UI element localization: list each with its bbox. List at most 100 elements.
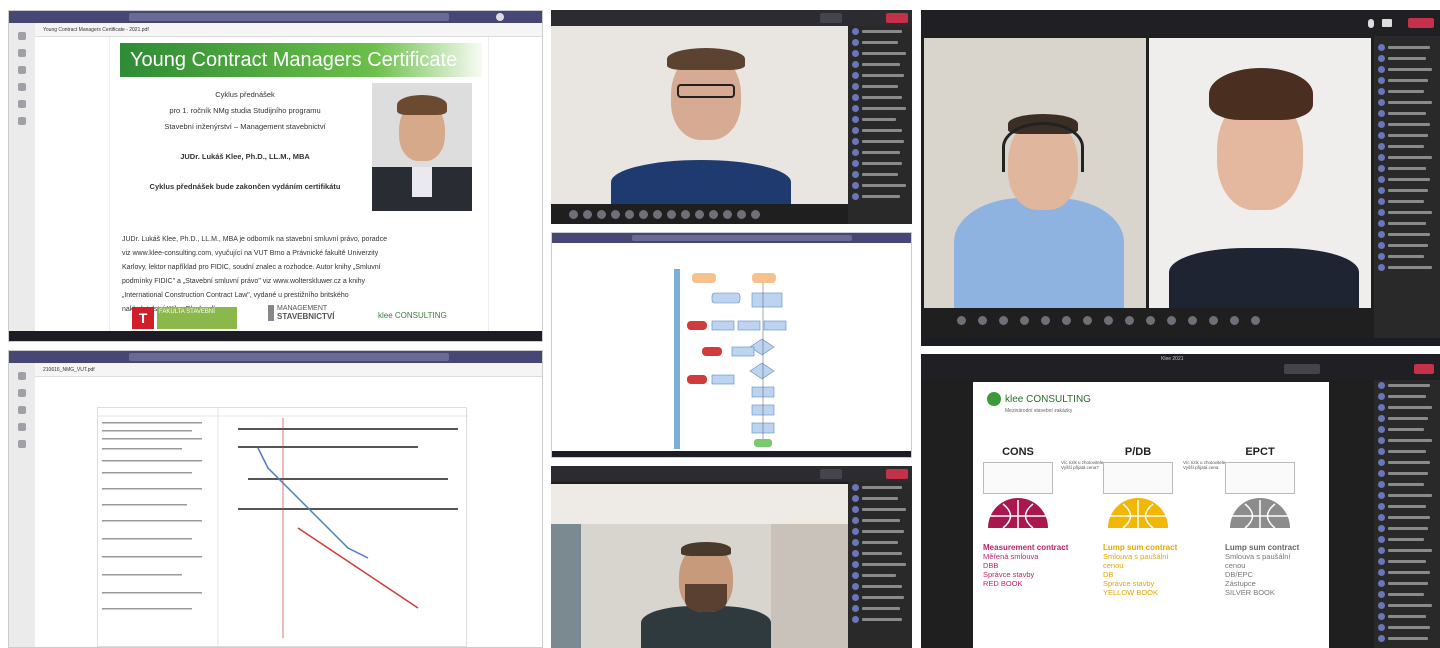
share-button[interactable] [820, 13, 842, 23]
fakulta-logo-text: FAKULTA STAVEBNÍ [157, 307, 237, 329]
pdf-window-flowchart [551, 232, 912, 458]
column-line: Smlouva s paušální [1225, 552, 1291, 561]
column-line: DB/EPC [1225, 570, 1253, 579]
video-tile-2 [1149, 38, 1371, 308]
column-line: Zástupce [1225, 579, 1256, 588]
globe-icon [1230, 498, 1290, 529]
window-titlebar [552, 233, 911, 243]
cycle-line: pro 1. ročník NMg studia Studijního prog… [169, 106, 321, 115]
column-line: Správce stavby [983, 570, 1035, 579]
call-toolbar [551, 10, 912, 26]
chat-icon[interactable] [18, 389, 26, 397]
teams-sidebar [9, 23, 35, 341]
participants-panel [1374, 380, 1440, 648]
bio-line: Karlovy, lektor například pro FIDIC, sou… [122, 264, 381, 271]
slide-logo: klee CONSULTING [1005, 393, 1091, 405]
teams-call-window-1 [551, 10, 912, 224]
column-line: cenou [1225, 561, 1246, 570]
column-epct: EPCT Lump sum contract Smlouva s paušáln… [1225, 446, 1325, 597]
stavebnictvi-logo-text: STAVEBNICTVÍ [277, 312, 335, 321]
activity-icon[interactable] [18, 372, 26, 380]
pdf-tab-title[interactable]: Young Contract Managers Certificate - 20… [43, 27, 149, 33]
teams-call-window-2 [551, 466, 912, 648]
video-tile-1 [924, 38, 1146, 308]
presenter-name: JUDr. Lukáš Klee, Ph.D., LL.M., MBA [180, 152, 310, 161]
banner-title: Young Contract Managers Certificate [130, 49, 458, 71]
pdf-tab-title[interactable]: 210616_NMG_VUT.pdf [43, 367, 95, 373]
window-titlebar [9, 351, 542, 363]
calendar-icon[interactable] [18, 423, 26, 431]
column-line: Měřená smlouva [983, 552, 1039, 561]
flowchart-image [674, 269, 787, 449]
pdf-tab-bar: 210616_NMG_VUT.pdf [35, 363, 542, 377]
search-input[interactable] [632, 235, 852, 241]
bio-line: podmínky FIDIC" a „Stavební smluvní práv… [122, 278, 366, 285]
participants-panel [848, 26, 912, 224]
slide-logo-sub: Mezinárodní stavební zakázky [1005, 408, 1073, 414]
pdf-window-gantt: 210616_NMG_VUT.pdf [8, 350, 543, 648]
mic-icon[interactable] [1368, 19, 1374, 28]
activity-icon[interactable] [18, 32, 26, 40]
taskbar [552, 451, 911, 457]
search-input[interactable] [129, 13, 449, 21]
pdf-window-certificate: Young Contract Managers Certificate - 20… [8, 10, 543, 342]
calls-icon[interactable] [18, 100, 26, 108]
column-line: RED BOOK [983, 579, 1023, 588]
pdf-tab-bar: Young Contract Managers Certificate - 20… [35, 23, 542, 37]
video-feed [551, 26, 848, 204]
taskbar [9, 331, 542, 341]
column-heading: EPCT [1245, 446, 1275, 458]
participants-panel [1374, 36, 1440, 346]
camera-icon[interactable] [1382, 19, 1392, 27]
globe-icon [1108, 498, 1168, 529]
column-title: Lump sum contract [1103, 543, 1178, 552]
column-line: Smlouva s paušální [1103, 552, 1169, 561]
calendar-icon[interactable] [18, 83, 26, 91]
leave-button[interactable] [886, 13, 908, 23]
files-icon[interactable] [18, 117, 26, 125]
shared-slide: klee CONSULTING Mezinárodní stavební zak… [973, 382, 1329, 648]
column-title: Measurement contract [983, 543, 1069, 552]
fakulta-logo: T FAKULTA STAVEBNÍ [132, 307, 242, 329]
share-button[interactable] [820, 469, 842, 479]
calls-icon[interactable] [18, 440, 26, 448]
bio-line: JUDr. Lukáš Klee, Ph.D., LL.M., MBA je o… [122, 236, 387, 243]
klee-logo-text: klee CONSULTING [378, 311, 447, 320]
search-input[interactable] [129, 353, 449, 361]
bio-line: „International Construction Contract Law… [122, 292, 349, 299]
call-toolbar [921, 10, 1440, 36]
cycle-line: Stavební inženýrství – Management staveb… [164, 122, 326, 131]
leave-button[interactable] [1414, 364, 1434, 374]
bio-line: viz www.klee-consulting.com, vyučující n… [122, 250, 379, 257]
column-line: cenou [1103, 561, 1124, 570]
gantt-page [97, 407, 468, 647]
teams-call-window-3 [921, 10, 1440, 346]
column-line: Správce stavby [1103, 579, 1155, 588]
taskbar [921, 338, 1440, 346]
share-button[interactable] [1284, 364, 1320, 374]
column-title: Lump sum contract [1225, 543, 1300, 552]
column-heading: P/DB [1124, 446, 1152, 458]
leave-button[interactable] [886, 469, 908, 479]
chat-icon[interactable] [18, 49, 26, 57]
column-line: DBB [983, 561, 999, 570]
window-titlebar [9, 11, 542, 23]
leave-button[interactable] [1408, 18, 1434, 28]
teams-sidebar [9, 363, 35, 647]
column-heading: CONS [1002, 446, 1034, 458]
call-toolbar [551, 466, 912, 482]
pdf-page: Young Contract Managers Certificate Cykl… [109, 37, 489, 333]
column-line: SILVER BOOK [1225, 588, 1275, 597]
avatar-icon[interactable] [496, 13, 504, 21]
column-line: DB [1103, 570, 1114, 579]
participant-avatars [569, 210, 760, 219]
teams-icon[interactable] [18, 66, 26, 74]
presenter-photo [372, 83, 472, 211]
call-toolbar: Klee 2021 [921, 354, 1440, 380]
teams-icon[interactable] [18, 406, 26, 414]
cycle-line: Cyklus přednášek [215, 90, 275, 99]
gantt-chart-image [98, 408, 468, 647]
banner: Young Contract Managers Certificate [120, 43, 482, 77]
window-title: Klee 2021 [1161, 356, 1184, 362]
participants-panel [848, 482, 912, 648]
